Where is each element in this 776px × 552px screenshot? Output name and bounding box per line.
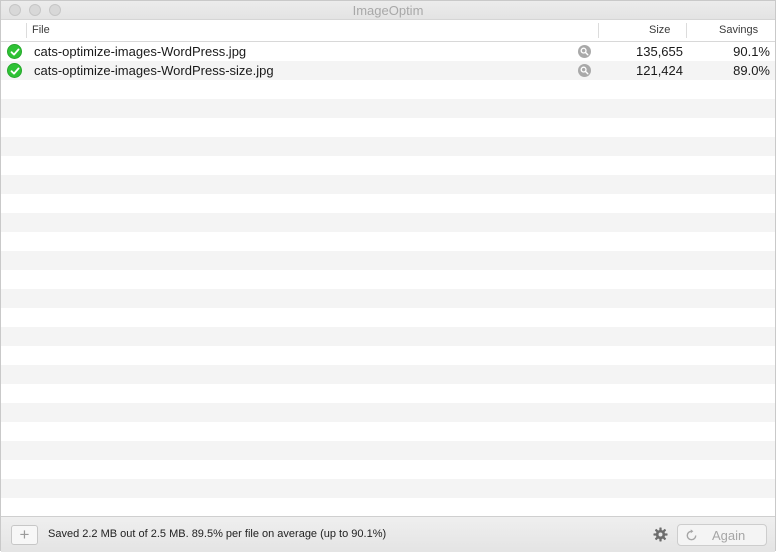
magnifier-icon[interactable]: [578, 64, 591, 77]
magnifier-icon[interactable]: [578, 45, 591, 58]
empty-row: [1, 422, 775, 441]
reload-icon: [684, 528, 699, 543]
empty-row: [1, 137, 775, 156]
empty-row: [1, 80, 775, 99]
file-savings: 89.0%: [733, 63, 770, 78]
column-header-savings[interactable]: Savings: [719, 24, 758, 36]
file-name: cats-optimize-images-WordPress-size.jpg: [34, 63, 274, 78]
file-size: 121,424: [636, 63, 683, 78]
title-bar: ImageOptim: [1, 1, 775, 20]
empty-row: [1, 156, 775, 175]
column-divider: [26, 23, 27, 38]
file-list[interactable]: cats-optimize-images-WordPress.jpg 135,6…: [1, 42, 775, 516]
table-header: File Size Savings: [1, 20, 775, 42]
checkmark-circle-icon: [7, 63, 22, 78]
table-row[interactable]: cats-optimize-images-WordPress.jpg 135,6…: [1, 42, 775, 61]
empty-row: [1, 498, 775, 516]
column-divider: [686, 23, 687, 38]
status-bar: + Saved 2.2 MB out of 2.5 MB. 89.5% per …: [1, 516, 775, 552]
empty-row: [1, 346, 775, 365]
column-header-size[interactable]: Size: [649, 24, 670, 36]
again-button[interactable]: Again: [677, 524, 767, 546]
empty-row: [1, 175, 775, 194]
app-window: ImageOptim File Size Savings cats-optimi…: [0, 0, 776, 552]
again-button-label: Again: [712, 528, 746, 543]
column-divider: [598, 23, 599, 38]
empty-row: [1, 194, 775, 213]
empty-row: [1, 213, 775, 232]
empty-row: [1, 479, 775, 498]
add-files-button[interactable]: +: [11, 525, 38, 545]
empty-row: [1, 441, 775, 460]
empty-row: [1, 118, 775, 137]
empty-row: [1, 251, 775, 270]
column-header-file[interactable]: File: [32, 24, 50, 36]
empty-row: [1, 403, 775, 422]
empty-row: [1, 365, 775, 384]
empty-row: [1, 232, 775, 251]
checkmark-circle-icon: [7, 44, 22, 59]
empty-row: [1, 460, 775, 479]
empty-row: [1, 289, 775, 308]
empty-row: [1, 327, 775, 346]
table-row[interactable]: cats-optimize-images-WordPress-size.jpg …: [1, 61, 775, 80]
file-size: 135,655: [636, 44, 683, 59]
empty-row: [1, 384, 775, 403]
gear-icon[interactable]: [653, 527, 668, 542]
empty-row: [1, 270, 775, 289]
window-title: ImageOptim: [352, 3, 424, 18]
file-savings: 90.1%: [733, 44, 770, 59]
empty-row: [1, 99, 775, 118]
savings-summary: Saved 2.2 MB out of 2.5 MB. 89.5% per fi…: [48, 528, 387, 540]
file-name: cats-optimize-images-WordPress.jpg: [34, 44, 247, 59]
empty-row: [1, 308, 775, 327]
